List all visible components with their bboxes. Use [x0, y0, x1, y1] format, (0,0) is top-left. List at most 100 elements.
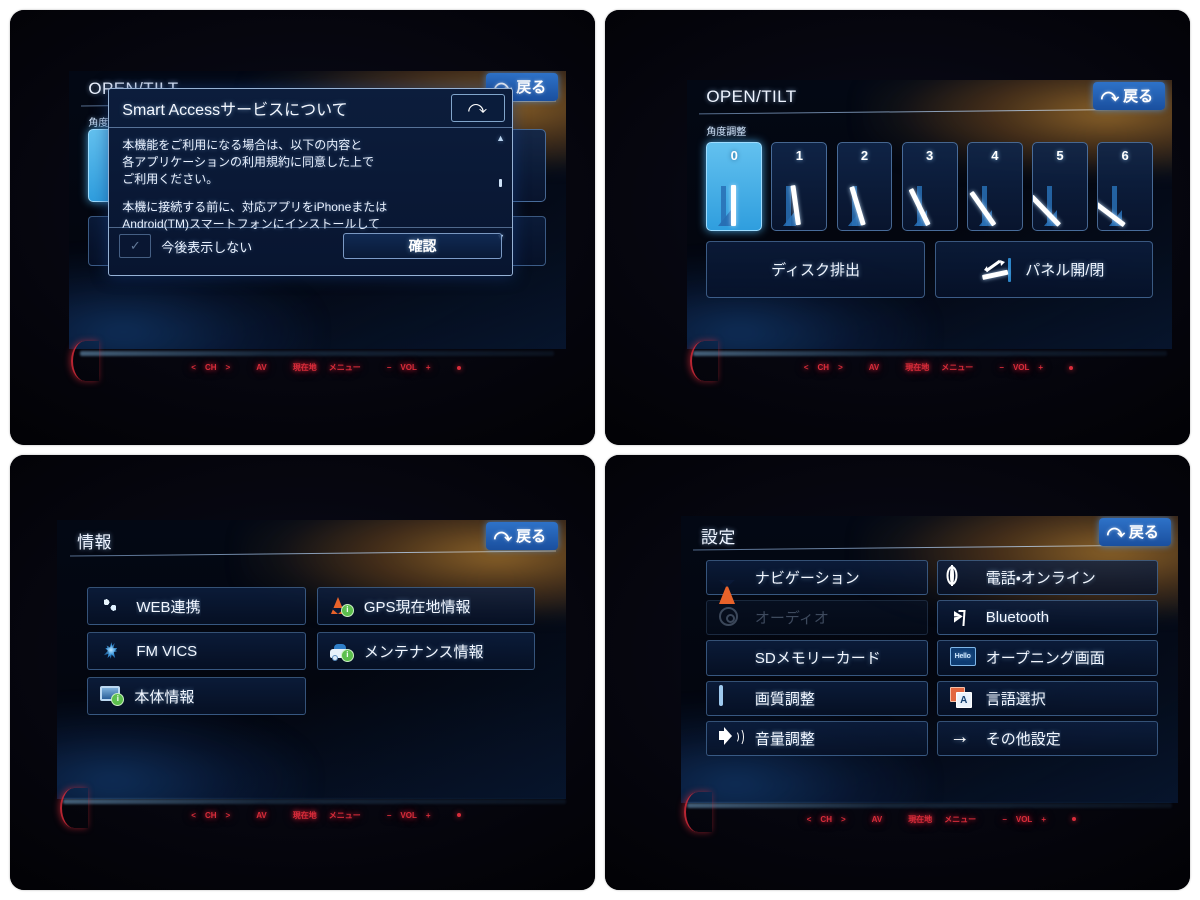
- page-title: 設定: [700, 528, 736, 548]
- bezel-red-accent: [689, 340, 718, 381]
- menu-item-opening-screen[interactable]: Hello オープニング画面: [936, 640, 1159, 676]
- hw-volume-down-button[interactable]: −: [1002, 815, 1007, 824]
- hw-volume-down-button[interactable]: −: [387, 811, 392, 820]
- back-button[interactable]: ⤺ 戻る: [1098, 517, 1171, 546]
- hw-volume-group[interactable]: − VOL +: [387, 811, 431, 820]
- tilt-level-number: 0: [730, 147, 738, 163]
- hw-prev-button[interactable]: <: [804, 363, 809, 372]
- menu-item-language[interactable]: 言語選択: [936, 680, 1159, 716]
- tilt-level-number: 3: [926, 147, 934, 163]
- hw-av-button[interactable]: AV: [256, 811, 267, 820]
- hw-av-button[interactable]: AV: [869, 363, 880, 372]
- hw-current-location-button[interactable]: 現在地: [905, 362, 929, 373]
- hw-power-indicator[interactable]: [456, 813, 461, 818]
- hw-volume-group[interactable]: − VOL +: [1002, 815, 1046, 824]
- tilt-level-3[interactable]: 3: [901, 141, 958, 231]
- hw-volume-group[interactable]: − VOL +: [999, 363, 1043, 372]
- tilt-action-row: ディスク排出 パネル開/閉: [706, 241, 1154, 299]
- menu-item-audio: オーディオ: [705, 600, 928, 636]
- menu-item-volume[interactable]: 音量調整: [705, 720, 928, 756]
- hw-channel-group[interactable]: < CH >: [807, 815, 846, 824]
- hw-power-indicator[interactable]: [1069, 365, 1074, 370]
- menu-item-label: オーディオ: [754, 610, 829, 628]
- hw-channel-group[interactable]: < CH >: [191, 811, 230, 820]
- menu-item-sd-card[interactable]: SDメモリーカード: [705, 640, 928, 676]
- information-menu: WEB連携 i GPS現在地情報 FM VICS i メンテナンス情報 i 本体…: [87, 587, 536, 716]
- tilt-level-4[interactable]: 4: [966, 141, 1023, 231]
- tilt-level-2[interactable]: 2: [836, 141, 893, 231]
- confirm-button[interactable]: 確認: [343, 233, 503, 260]
- bluetooth-icon: [950, 607, 976, 629]
- hw-volume-group[interactable]: − VOL +: [387, 363, 431, 372]
- panel-open-close-button[interactable]: パネル開/閉: [934, 241, 1154, 299]
- tilt-graphic: [968, 175, 1022, 228]
- hw-next-button[interactable]: >: [226, 363, 231, 372]
- back-button[interactable]: ⤺ 戻る: [485, 522, 559, 551]
- hw-channel-group[interactable]: < CH >: [191, 363, 230, 372]
- menu-item-phone-online[interactable]: 電話・オンライン: [936, 560, 1159, 596]
- hw-av-button[interactable]: AV: [872, 815, 883, 824]
- screen-header-3: 情報 ⤺ 戻る: [57, 520, 566, 557]
- tilt-level-5[interactable]: 5: [1032, 141, 1088, 231]
- hw-volume-up-button[interactable]: +: [426, 811, 431, 820]
- menu-item-picture-quality[interactable]: 画質調整: [705, 680, 928, 716]
- header-divider: [693, 544, 1169, 551]
- hw-volume-down-button[interactable]: −: [999, 363, 1004, 372]
- menu-item-web-link[interactable]: WEB連携: [87, 587, 306, 626]
- hw-volume-up-button[interactable]: +: [1041, 815, 1046, 824]
- hw-menu-button[interactable]: メニュー: [944, 814, 976, 825]
- smart-access-dialog: Smart Accessサービスについて ⤺ 本機能をご利用になる場合は、以下の…: [108, 87, 514, 277]
- menu-item-bluetooth[interactable]: Bluetooth: [936, 600, 1159, 636]
- hw-volume-up-button[interactable]: +: [1038, 363, 1043, 372]
- hw-menu-button[interactable]: メニュー: [329, 810, 361, 821]
- tilt-graphic: [1098, 175, 1152, 228]
- hw-av-button[interactable]: AV: [256, 363, 267, 372]
- disc-eject-button[interactable]: ディスク排出: [706, 241, 925, 299]
- dialog-scrollbar[interactable]: ▲ ▼: [496, 133, 505, 242]
- unit-bezel-edge: [686, 803, 1173, 808]
- panel-open-close-icon: [982, 257, 1013, 283]
- menu-item-unit-info[interactable]: i 本体情報: [87, 677, 306, 716]
- hw-volume-up-button[interactable]: +: [426, 363, 431, 372]
- hardware-button-bar-3: < CH > AV 現在地 メニュー − VOL +: [86, 810, 566, 821]
- hw-channel-group[interactable]: < CH >: [804, 363, 843, 372]
- tilt-level-1[interactable]: 1: [771, 141, 828, 231]
- hw-current-location-button[interactable]: 現在地: [293, 810, 317, 821]
- hw-volume-down-button[interactable]: −: [387, 363, 392, 372]
- hw-menu-button[interactable]: メニュー: [941, 362, 973, 373]
- hw-current-location-button[interactable]: 現在地: [908, 814, 932, 825]
- hello-screen-text: Hello: [949, 646, 976, 666]
- panel-open-close-label: パネル開/閉: [1025, 262, 1105, 280]
- hw-prev-button[interactable]: <: [807, 815, 812, 824]
- bezel-red-accent: [59, 787, 88, 828]
- back-button[interactable]: ⤺ 戻る: [1092, 81, 1166, 110]
- dont-show-again-checkbox[interactable]: ✓: [119, 234, 152, 259]
- tilt-level-6[interactable]: 6: [1097, 141, 1154, 231]
- tilt-level-number: 5: [1056, 147, 1064, 163]
- globe-icon: [949, 564, 976, 589]
- hw-current-location-button[interactable]: 現在地: [293, 362, 317, 373]
- dialog-close-button[interactable]: ⤺: [451, 93, 506, 122]
- hardware-button-bar-1: < CH > AV 現在地 メニュー − VOL +: [92, 362, 560, 373]
- hw-vol-label: VOL: [400, 363, 417, 373]
- hw-next-button[interactable]: >: [841, 815, 846, 824]
- scrollbar-thumb[interactable]: [499, 178, 503, 187]
- hw-power-indicator[interactable]: [456, 365, 461, 370]
- menu-item-label: 電話・オンライン: [985, 570, 1096, 588]
- hw-next-button[interactable]: >: [838, 363, 843, 372]
- hw-menu-button[interactable]: メニュー: [329, 362, 361, 373]
- hw-vol-label: VOL: [400, 810, 417, 820]
- hw-prev-button[interactable]: <: [191, 363, 196, 372]
- menu-item-other-settings[interactable]: → その他設定: [936, 720, 1159, 756]
- hw-prev-button[interactable]: <: [191, 811, 196, 820]
- hw-next-button[interactable]: >: [226, 811, 231, 820]
- menu-item-label: SDメモリーカード: [754, 650, 881, 668]
- menu-item-gps-location-info[interactable]: i GPS現在地情報: [316, 587, 536, 626]
- car-info-icon: i: [329, 641, 354, 662]
- menu-item-navigation[interactable]: ナビゲーション: [705, 560, 928, 604]
- menu-item-maintenance-info[interactable]: i メンテナンス情報: [316, 632, 536, 671]
- chevron-up-icon[interactable]: ▲: [496, 133, 505, 143]
- hw-power-indicator[interactable]: [1071, 817, 1076, 822]
- menu-item-fm-vics[interactable]: FM VICS: [87, 632, 306, 671]
- tilt-level-0[interactable]: 0: [706, 141, 763, 231]
